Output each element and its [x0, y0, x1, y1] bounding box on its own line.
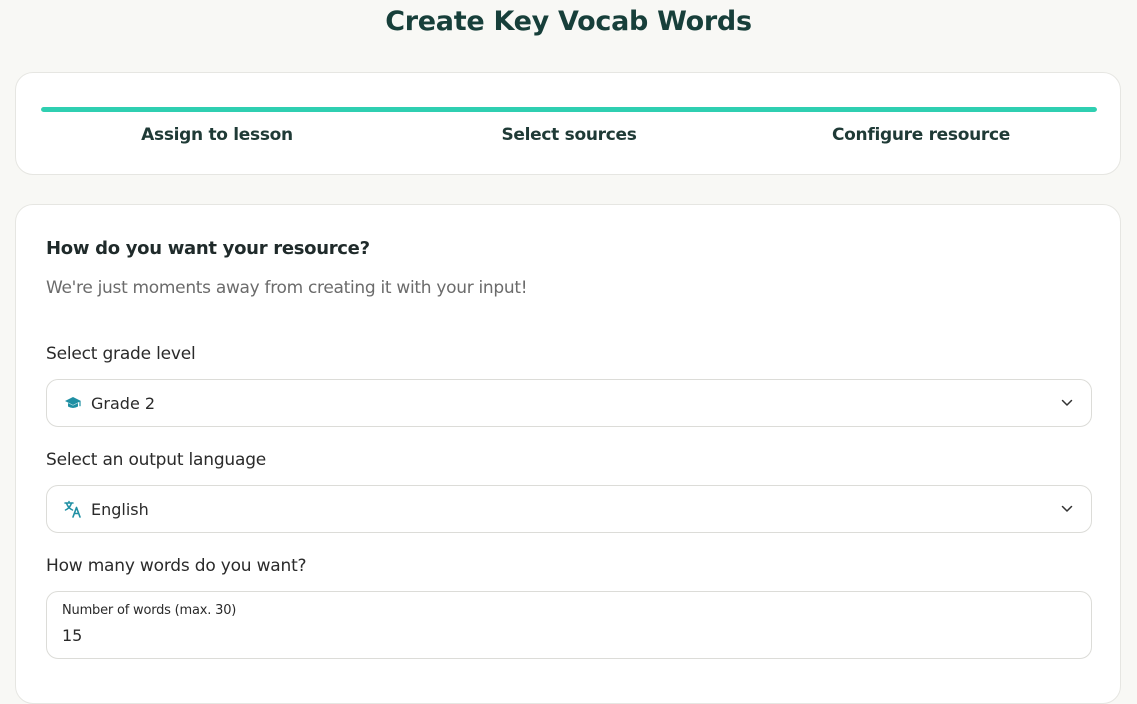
step-assign-to-lesson[interactable]: Assign to lesson	[41, 125, 393, 145]
grade-level-value: Grade 2	[91, 393, 156, 413]
output-language-select[interactable]: English	[46, 485, 1092, 533]
form-heading: How do you want your resource?	[46, 238, 370, 259]
grade-level-label: Select grade level	[46, 344, 196, 364]
output-language-value: English	[91, 499, 149, 519]
word-count-question: How many words do you want?	[46, 556, 307, 576]
chevron-down-icon	[1059, 395, 1075, 411]
page-title: Create Key Vocab Words	[385, 6, 752, 37]
progress-bar	[41, 107, 1097, 112]
output-language-label: Select an output language	[46, 450, 267, 470]
resource-form-card: How do you want your resource? We're jus…	[15, 204, 1121, 704]
translate-icon	[63, 499, 83, 519]
chevron-down-icon	[1059, 501, 1075, 517]
word-count-input[interactable]	[62, 623, 1062, 647]
form-subheading: We're just moments away from creating it…	[46, 278, 528, 298]
step-configure-resource[interactable]: Configure resource	[745, 125, 1097, 145]
progress-bar-fill	[41, 107, 1097, 112]
steps-row: Assign to lesson Select sources Configur…	[41, 125, 1097, 145]
graduation-cap-icon	[63, 393, 83, 413]
word-count-field-label: Number of words (max. 30)	[62, 603, 237, 618]
stepper-card: Assign to lesson Select sources Configur…	[15, 72, 1121, 175]
step-select-sources[interactable]: Select sources	[393, 125, 745, 145]
word-count-field[interactable]: Number of words (max. 30)	[46, 591, 1092, 659]
grade-level-select[interactable]: Grade 2	[46, 379, 1092, 427]
